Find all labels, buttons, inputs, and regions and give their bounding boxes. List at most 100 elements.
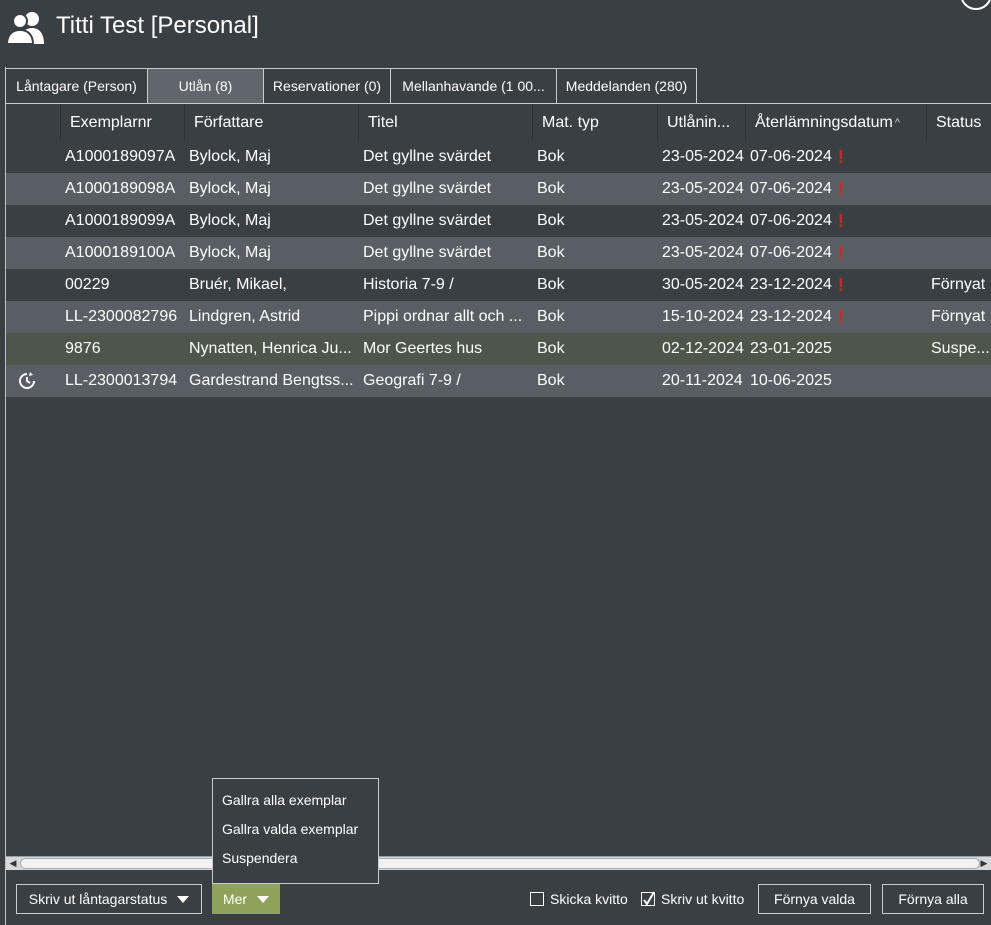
type-cell: Bok — [533, 301, 658, 333]
table-row[interactable]: A1000189100A Bylock, Maj Det gyllne svärde… — [6, 237, 991, 269]
barcode-cell: 00229 — [61, 269, 185, 301]
renew-all-button[interactable]: Förnya alla — [882, 884, 984, 914]
tab-messages[interactable]: Meddelanden (280) — [556, 68, 697, 103]
due-date-cell-text: 23-01-2025 — [750, 340, 832, 357]
status-cell-text: Förnyat — [931, 308, 986, 325]
chevron-down-icon — [177, 895, 190, 903]
row-icon-cell — [6, 269, 61, 301]
author-cell-text: Lindgren, Astrid — [189, 308, 301, 325]
title-cell-text: Det gyllne svärdet — [363, 244, 492, 261]
menu-item-weed-selected[interactable]: Gallra valda exemplar — [213, 814, 378, 843]
chevron-down-icon — [257, 895, 270, 903]
author-cell-text: Nynatten, Henrica Ju... — [189, 340, 352, 357]
renew-selected-button[interactable]: Förnya valda — [758, 884, 871, 914]
tab-reservations[interactable]: Reservationer (0) — [263, 68, 391, 103]
scroll-left-arrow-icon[interactable]: ◀ — [6, 857, 20, 870]
due-date-cell: 23-12-2024! — [746, 301, 927, 333]
column-header-icon[interactable] — [6, 104, 61, 141]
type-cell: Bok — [533, 141, 658, 173]
type-cell: Bok — [533, 365, 658, 397]
loan-date-cell-text: 23-05-2024 — [662, 212, 744, 229]
status-cell-text: Förnyat — [931, 276, 986, 293]
tab-borrower[interactable]: Låntagare (Person) — [5, 68, 148, 103]
more-button[interactable]: Mer — [212, 884, 280, 914]
author-cell: Nynatten, Henrica Ju... — [185, 333, 359, 365]
row-icon-cell — [6, 333, 61, 365]
loans-table: Exemplarnr Författare Titel Mat. typ Utl… — [6, 103, 991, 853]
overdue-warning-icon: ! — [837, 210, 844, 231]
title-cell-text: Mor Geertes hus — [363, 340, 483, 357]
column-header-loan-date[interactable]: Utlånin... — [658, 104, 746, 141]
barcode-cell: 9876 — [61, 333, 185, 365]
status-cell — [927, 365, 991, 397]
table-row[interactable]: LL-2300013794 Gardestrand Bengtss... Geogr… — [6, 365, 991, 397]
tab-loans[interactable]: Utlån (8) — [147, 68, 264, 103]
scrollbar-thumb[interactable] — [20, 858, 980, 869]
barcode-cell-text: A1000189098A — [65, 180, 176, 197]
column-header-type[interactable]: Mat. typ — [533, 104, 658, 141]
tab-bar: Låntagare (Person) Utlån (8) Reservation… — [5, 68, 697, 103]
due-date-cell: 10-06-2025 — [746, 365, 927, 397]
menu-item-weed-all[interactable]: Gallra alla exemplar — [213, 785, 378, 814]
column-header-due-date-label: Återlämningsdatum — [755, 113, 893, 131]
column-header-barcode[interactable]: Exemplarnr — [61, 104, 185, 141]
loan-date-cell: 23-05-2024 — [658, 141, 746, 173]
type-cell: Bok — [533, 237, 658, 269]
loan-date-cell-text: 15-10-2024 — [662, 308, 744, 325]
barcode-cell: A1000189097A — [61, 141, 185, 173]
window-header: Titti Test [Personal] — [0, 0, 991, 60]
print-receipt-checkbox[interactable]: Skriv ut kvitto — [641, 891, 744, 907]
barcode-cell: A1000189098A — [61, 173, 185, 205]
loan-date-cell-text: 23-05-2024 — [662, 148, 744, 165]
scroll-right-arrow-icon[interactable]: ▶ — [977, 857, 991, 870]
due-date-cell: 07-06-2024! — [746, 205, 927, 237]
close-button[interactable] — [960, 0, 991, 10]
author-cell-text: Bruér, Mikael, — [189, 276, 287, 293]
due-date-cell: 07-06-2024! — [746, 173, 927, 205]
table-row[interactable]: 9876 Nynatten, Henrica Ju... Mor Geertes h… — [6, 333, 991, 365]
row-icon-cell — [6, 365, 61, 397]
type-cell-text: Bok — [537, 212, 565, 229]
due-date-cell: 07-06-2024! — [746, 141, 927, 173]
loan-date-cell: 23-05-2024 — [658, 205, 746, 237]
clock-refresh-icon — [18, 372, 35, 389]
barcode-cell: A1000189099A — [61, 205, 185, 237]
window-title: Titti Test [Personal] — [56, 12, 259, 39]
status-cell: Förnyat — [927, 301, 991, 333]
column-header-title[interactable]: Titel — [359, 104, 533, 141]
loan-date-cell: 23-05-2024 — [658, 237, 746, 269]
barcode-cell-text: 00229 — [65, 276, 110, 293]
loan-date-cell: 23-05-2024 — [658, 173, 746, 205]
footer-toolbar: Skriv ut låntagarstatus Mer Skicka kvitt… — [6, 872, 991, 925]
more-menu: Gallra alla exemplar Gallra valda exempl… — [212, 778, 379, 884]
column-header-author[interactable]: Författare — [185, 104, 359, 141]
column-header-status[interactable]: Status — [927, 104, 991, 141]
print-borrower-status-button[interactable]: Skriv ut låntagarstatus — [16, 884, 202, 914]
loan-date-cell: 20-11-2024 — [658, 365, 746, 397]
table-row[interactable]: LL-2300082796 Lindgren, Astrid Pippi ordna… — [6, 301, 991, 333]
table-row[interactable]: A1000189099A Bylock, Maj Det gyllne svärde… — [6, 205, 991, 237]
table-row[interactable]: A1000189097A Bylock, Maj Det gyllne svärde… — [6, 141, 991, 173]
tab-outstanding[interactable]: Mellanhavande (1 00... — [390, 68, 557, 103]
author-cell: Bylock, Maj — [185, 205, 359, 237]
type-cell-text: Bok — [537, 180, 565, 197]
title-cell-text: Det gyllne svärdet — [363, 148, 492, 165]
due-date-cell-text: 23-12-2024 — [750, 276, 832, 293]
people-icon — [6, 12, 44, 44]
title-cell-text: Det gyllne svärdet — [363, 212, 492, 229]
table-row[interactable]: A1000189098A Bylock, Maj Det gyllne svärde… — [6, 173, 991, 205]
loan-date-cell-text: 23-05-2024 — [662, 244, 744, 261]
row-icon-cell — [6, 301, 61, 333]
table-row[interactable]: 00229 Bruér, Mikael, Historia 7-9 / Bok 30-0… — [6, 269, 991, 301]
menu-item-suspend[interactable]: Suspendera — [213, 843, 378, 872]
send-receipt-checkbox[interactable]: Skicka kvitto — [530, 891, 628, 907]
due-date-cell-text: 07-06-2024 — [750, 244, 832, 261]
checkbox-checked-icon — [641, 891, 655, 906]
type-cell: Bok — [533, 173, 658, 205]
horizontal-scrollbar[interactable]: ◀ ▶ — [6, 856, 991, 870]
title-cell: Det gyllne svärdet — [359, 173, 533, 205]
due-date-cell: 23-01-2025 — [746, 333, 927, 365]
row-icon-cell — [6, 141, 61, 173]
column-header-due-date[interactable]: Återlämningsdatum ^ — [746, 104, 927, 141]
status-cell: Förnyat — [927, 269, 991, 301]
